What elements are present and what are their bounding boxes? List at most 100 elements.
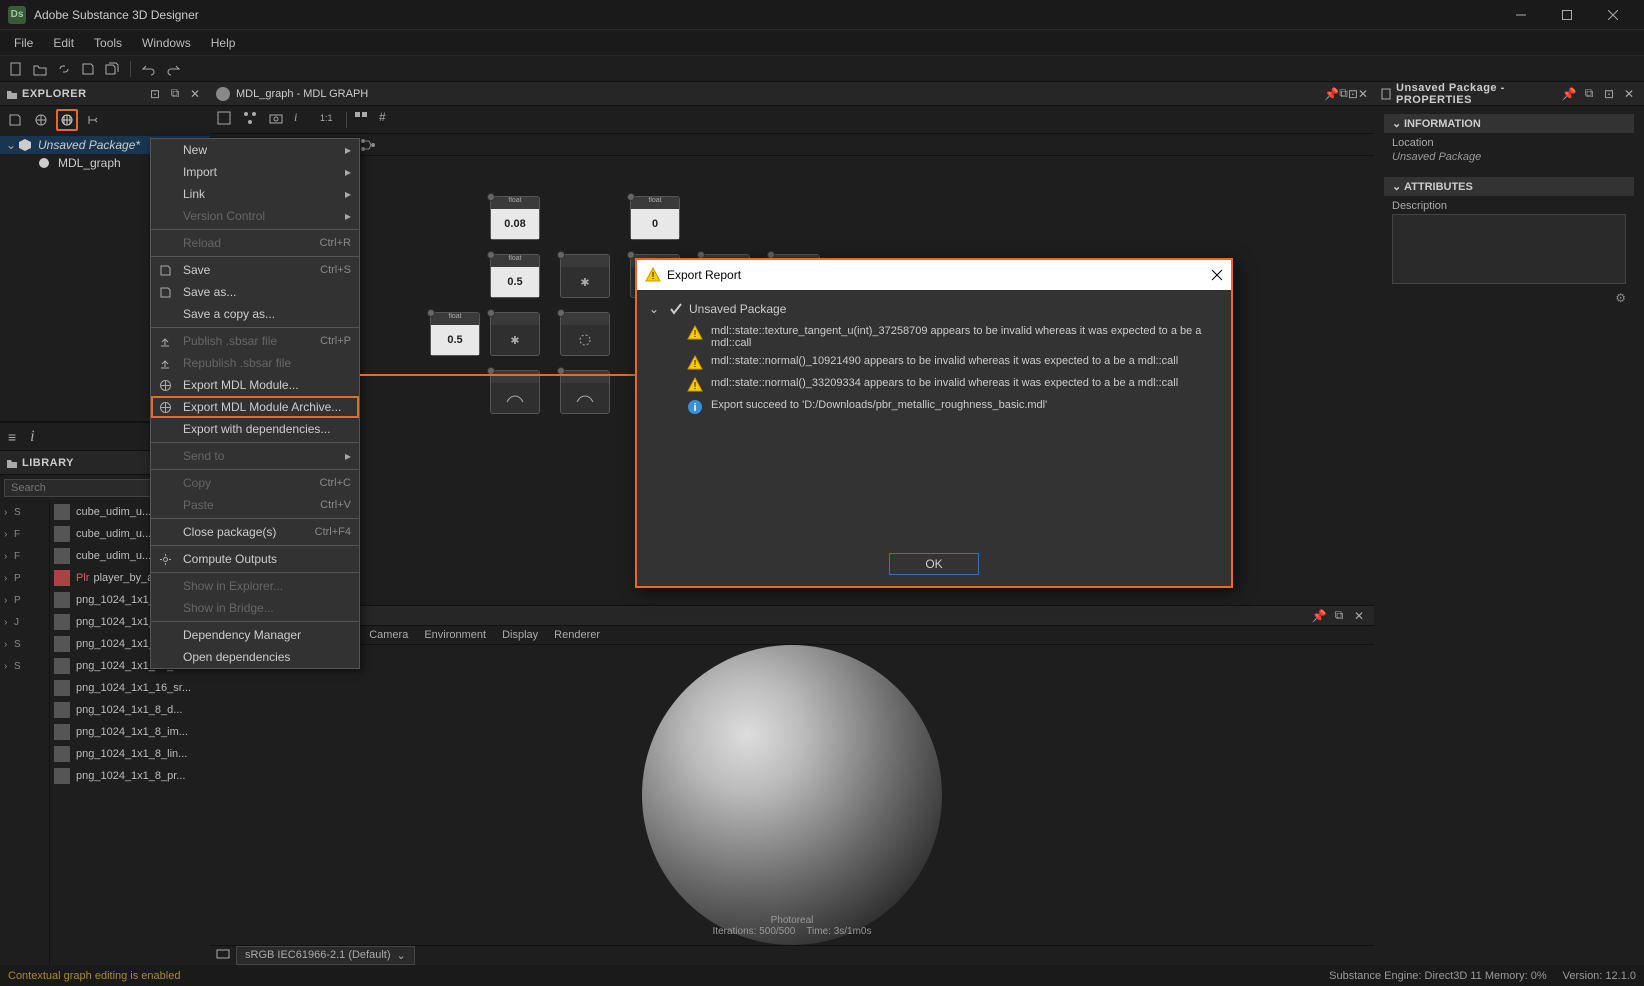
graph-ratio-icon[interactable]: 1:1 xyxy=(320,110,340,130)
graph-hash-icon[interactable]: # xyxy=(379,110,399,130)
graph-icon xyxy=(38,157,54,169)
render-info: Photoreal Iterations: 500/500 Time: 3s/1… xyxy=(713,915,872,937)
library-item[interactable]: png_1024_1x1_8_im... xyxy=(50,721,210,743)
toolbar-open-icon[interactable] xyxy=(30,59,50,79)
window-close-button[interactable] xyxy=(1590,0,1636,30)
tool-thickness-icon[interactable]: ≡ xyxy=(8,429,16,445)
section-information[interactable]: ⌄INFORMATION xyxy=(1384,114,1634,133)
library-item[interactable]: png_1024_1x1_16_sr... xyxy=(50,677,210,699)
explorer-branch-icon[interactable] xyxy=(82,109,104,131)
graph-info-icon[interactable]: i xyxy=(294,110,314,130)
view3d-viewport[interactable]: Photoreal Iterations: 500/500 Time: 3s/1… xyxy=(210,645,1374,945)
panel-close-icon[interactable]: ✕ xyxy=(1350,607,1368,625)
toolbar-redo-icon[interactable] xyxy=(163,59,183,79)
node-float[interactable]: float0.5 xyxy=(430,312,480,356)
panel-max-icon[interactable]: ⊡ xyxy=(1348,87,1358,101)
menu-dependency-manager[interactable]: Dependency Manager xyxy=(151,624,359,646)
menu-edit[interactable]: Edit xyxy=(43,32,84,54)
graph-align-icon[interactable] xyxy=(242,110,262,130)
graph-hier-icon[interactable] xyxy=(360,138,376,152)
panel-pin-icon[interactable]: ⊡ xyxy=(146,85,164,103)
menu-import[interactable]: Import▸ xyxy=(151,161,359,183)
tool-info-icon[interactable]: i xyxy=(30,428,34,446)
node-op[interactable]: ✱ xyxy=(560,254,610,298)
menu-open-dependencies[interactable]: Open dependencies xyxy=(151,646,359,668)
menu-close-package-s[interactable]: Close package(s)Ctrl+F4 xyxy=(151,521,359,543)
graph-frame-icon[interactable] xyxy=(216,110,236,130)
package-icon xyxy=(18,138,34,152)
library-item[interactable]: png_1024_1x1_8_d... xyxy=(50,699,210,721)
node-op[interactable] xyxy=(560,370,610,414)
lib-category[interactable]: ›S xyxy=(0,501,49,523)
node-op[interactable]: ✱ xyxy=(490,312,540,356)
description-input[interactable] xyxy=(1392,214,1626,284)
view3d-tab-camera[interactable]: Camera xyxy=(369,629,408,641)
menu-tools[interactable]: Tools xyxy=(84,32,132,54)
monitor-icon[interactable] xyxy=(216,948,230,962)
node-float[interactable]: float0 xyxy=(630,196,680,240)
menu-save-a-copy-as[interactable]: Save a copy as... xyxy=(151,303,359,325)
dialog-package-row[interactable]: ⌄ Unsaved Package xyxy=(649,302,1219,316)
lib-category[interactable]: ›F xyxy=(0,523,49,545)
menu-paste: PasteCtrl+V xyxy=(151,494,359,516)
lib-category[interactable]: ›J xyxy=(0,611,49,633)
properties-title: Unsaved Package - PROPERTIES xyxy=(1396,82,1558,106)
toolbar-save-icon[interactable] xyxy=(78,59,98,79)
pin-icon[interactable]: 📌 xyxy=(1310,607,1328,625)
panel-float-icon[interactable]: ⧉ xyxy=(166,85,184,103)
view3d-tab-renderer[interactable]: Renderer xyxy=(554,629,600,641)
menu-new[interactable]: New▸ xyxy=(151,139,359,161)
toolbar-undo-icon[interactable] xyxy=(139,59,159,79)
panel-float-icon[interactable]: ⧉ xyxy=(1580,85,1598,103)
node-op[interactable] xyxy=(490,370,540,414)
window-maximize-button[interactable] xyxy=(1544,0,1590,30)
menu-file[interactable]: File xyxy=(4,32,43,54)
graph-grid-icon[interactable] xyxy=(353,110,373,130)
ok-button[interactable]: OK xyxy=(889,553,979,575)
graph-camera-icon[interactable] xyxy=(268,110,288,130)
menu-windows[interactable]: Windows xyxy=(132,32,201,54)
panel-float-icon[interactable]: ⧉ xyxy=(1339,86,1348,101)
menu-export-mdl-module-archive[interactable]: Export MDL Module Archive... xyxy=(151,396,359,418)
package-label: Unsaved Package* xyxy=(38,138,140,152)
panel-max-icon[interactable]: ⊡ xyxy=(1600,85,1618,103)
menu-compute-outputs[interactable]: Compute Outputs xyxy=(151,548,359,570)
window-minimize-button[interactable] xyxy=(1498,0,1544,30)
explorer-globe-icon[interactable] xyxy=(30,109,52,131)
explorer-save-icon[interactable] xyxy=(4,109,26,131)
explorer-export-mdl-button[interactable] xyxy=(56,109,78,131)
view3d-tab-environment[interactable]: Environment xyxy=(424,629,486,641)
menu-export-with-dependencies[interactable]: Export with dependencies... xyxy=(151,418,359,440)
lib-category[interactable]: ›S xyxy=(0,655,49,677)
toolbar-link-icon[interactable] xyxy=(54,59,74,79)
node-float[interactable]: float0.08 xyxy=(490,196,540,240)
library-item[interactable]: png_1024_1x1_8_pr... xyxy=(50,765,210,787)
toolbar-new-icon[interactable] xyxy=(6,59,26,79)
gear-icon[interactable]: ⚙ xyxy=(1615,291,1626,305)
dialog-close-button[interactable] xyxy=(1211,269,1223,281)
node-float[interactable]: float0.5 xyxy=(490,254,540,298)
lib-category[interactable]: ›P xyxy=(0,589,49,611)
menu-link[interactable]: Link▸ xyxy=(151,183,359,205)
panel-float-icon[interactable]: ⧉ xyxy=(1330,607,1348,625)
section-attributes[interactable]: ⌄ATTRIBUTES xyxy=(1384,177,1634,196)
lib-category[interactable]: ›S xyxy=(0,633,49,655)
menu-save[interactable]: SaveCtrl+S xyxy=(151,259,359,281)
lib-category[interactable]: ›P xyxy=(0,567,49,589)
graph-toolbar-2 xyxy=(210,134,1374,156)
pin-icon[interactable]: 📌 xyxy=(1560,85,1578,103)
lib-category[interactable]: ›F xyxy=(0,545,49,567)
view3d-tab-display[interactable]: Display xyxy=(502,629,538,641)
colorspace-select[interactable]: sRGB IEC61966-2.1 (Default) ⌄ xyxy=(236,946,415,965)
pin-icon[interactable]: 📌 xyxy=(1324,87,1339,101)
panel-close-icon[interactable]: ✕ xyxy=(1620,85,1638,103)
panel-close-icon[interactable]: ✕ xyxy=(186,85,204,103)
menu-help[interactable]: Help xyxy=(201,32,246,54)
panel-close-icon[interactable]: ✕ xyxy=(1358,87,1368,101)
library-item[interactable]: png_1024_1x1_8_lin... xyxy=(50,743,210,765)
node-op[interactable] xyxy=(560,312,610,356)
svg-text:i: i xyxy=(693,402,696,414)
menu-save-as[interactable]: Save as... xyxy=(151,281,359,303)
toolbar-saveall-icon[interactable] xyxy=(102,59,122,79)
menu-export-mdl-module[interactable]: Export MDL Module... xyxy=(151,374,359,396)
